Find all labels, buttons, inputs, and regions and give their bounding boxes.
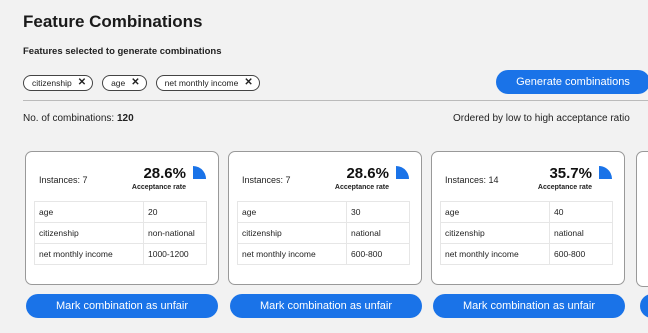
- table-row: net monthly income 600-800: [237, 243, 410, 265]
- acceptance-rate-value: 35.7%: [549, 165, 592, 182]
- row-key: age: [34, 201, 144, 223]
- acceptance-rate-value: 28.6%: [143, 165, 186, 182]
- row-key: net monthly income: [34, 243, 144, 265]
- row-value: national: [549, 222, 613, 244]
- row-key: age: [237, 201, 347, 223]
- instances-count: Instances: 7: [242, 175, 291, 185]
- mark-unfair-button[interactable]: Mark combination as unfair: [230, 294, 422, 318]
- row-key: citizenship: [34, 222, 144, 244]
- row-value: 30: [346, 201, 410, 223]
- instances-count: Instances: 7: [39, 175, 88, 185]
- mark-unfair-button[interactable]: Mark combination as unfair: [433, 294, 625, 318]
- feature-chip-label: net monthly income: [164, 78, 239, 88]
- row-value: 600-800: [346, 243, 410, 265]
- acceptance-rate-label: Acceptance rate: [334, 184, 389, 191]
- row-value: 1000-1200: [143, 243, 207, 265]
- row-key: net monthly income: [440, 243, 550, 265]
- combination-table: age 40 citizenship national net monthly in…: [440, 201, 613, 265]
- feature-chip-age: age ✕: [102, 75, 147, 91]
- remove-icon[interactable]: ✕: [131, 78, 139, 88]
- pie-chart-icon: [396, 166, 409, 179]
- feature-chip-net-monthly-income: net monthly income ✕: [155, 75, 260, 91]
- table-row: age 20: [34, 201, 207, 223]
- page-title: Feature Combinations: [23, 12, 203, 31]
- table-row: age 40: [440, 201, 613, 223]
- row-value: national: [346, 222, 410, 244]
- feature-chip-label: citizenship: [32, 78, 72, 88]
- pie-chart-icon: [193, 166, 206, 179]
- remove-icon[interactable]: ✕: [244, 78, 252, 88]
- acceptance-rate: 28.6% Acceptance rate: [132, 165, 186, 191]
- combination-card: Instances: 7 28.6% Acceptance rate age 20…: [25, 151, 219, 285]
- acceptance-rate-label: Acceptance rate: [131, 184, 186, 191]
- combination-table: age 30 citizenship national net monthly in…: [237, 201, 410, 265]
- feature-chip-label: age: [111, 78, 126, 88]
- combination-card: Instances: 14 35.7% Acceptance rate age 4…: [431, 151, 625, 285]
- count-label: No. of combinations:: [23, 113, 115, 124]
- row-value: 600-800: [549, 243, 613, 265]
- generate-combinations-button[interactable]: Generate combinations: [496, 70, 648, 94]
- divider: [23, 100, 648, 101]
- table-row: citizenship non-national: [34, 222, 207, 244]
- count-value: 120: [116, 113, 134, 124]
- remove-icon[interactable]: ✕: [78, 78, 86, 88]
- pie-slice: [396, 166, 409, 179]
- row-key: citizenship: [440, 222, 550, 244]
- combination-card-partial: [636, 151, 648, 287]
- features-subtitle: Features selected to generate combinatio…: [23, 46, 222, 57]
- table-row: citizenship national: [237, 222, 410, 244]
- table-row: net monthly income 600-800: [440, 243, 613, 265]
- pie-chart-icon: [599, 166, 613, 179]
- table-row: net monthly income 1000-1200: [34, 243, 207, 265]
- combination-card: Instances: 7 28.6% Acceptance rate age 30…: [228, 151, 422, 285]
- order-note: Ordered by low to high acceptance ratio: [453, 113, 630, 124]
- acceptance-rate: 28.6% Acceptance rate: [335, 165, 389, 191]
- table-row: age 30: [237, 201, 410, 223]
- row-value: 20: [143, 201, 207, 223]
- pie-slice: [599, 166, 613, 179]
- acceptance-rate-label: Acceptance rate: [537, 184, 592, 191]
- combination-count: No. of combinations: 120: [23, 113, 134, 124]
- row-key: net monthly income: [237, 243, 347, 265]
- pie-slice: [193, 166, 206, 179]
- mark-unfair-button[interactable]: Mark combination as unfair: [26, 294, 218, 318]
- row-key: age: [440, 201, 550, 223]
- feature-chip-citizenship: citizenship ✕: [23, 75, 94, 91]
- combination-table: age 20 citizenship non-national net monthl…: [34, 201, 207, 265]
- acceptance-rate: 35.7% Acceptance rate: [538, 165, 592, 191]
- mark-unfair-button-partial[interactable]: [640, 294, 648, 318]
- feature-chip-list: citizenship ✕ age ✕ net monthly income ✕: [23, 75, 260, 91]
- instances-count: Instances: 14: [445, 175, 499, 185]
- row-value: non-national: [143, 222, 207, 244]
- row-key: citizenship: [237, 222, 347, 244]
- acceptance-rate-value: 28.6%: [346, 165, 389, 182]
- table-row: citizenship national: [440, 222, 613, 244]
- row-value: 40: [549, 201, 613, 223]
